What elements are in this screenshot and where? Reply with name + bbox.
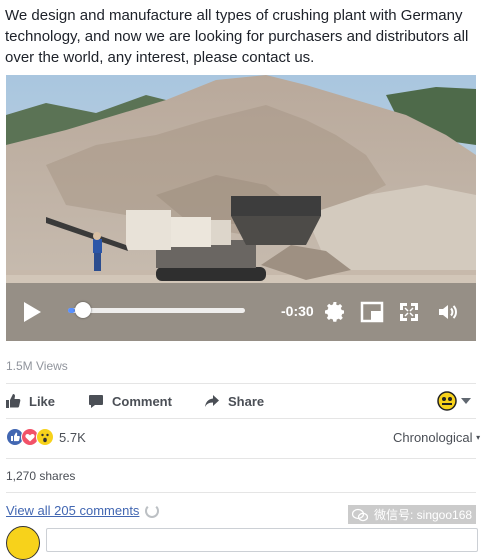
reaction-summary[interactable]: 5.7K	[6, 428, 86, 446]
share-button[interactable]: Share	[204, 388, 264, 414]
wow-icon	[36, 428, 54, 446]
share-label: Share	[228, 393, 265, 409]
video-scrubber[interactable]	[68, 302, 245, 318]
scrubber-handle[interactable]	[75, 302, 92, 318]
comment-label: Comment	[112, 393, 172, 409]
share-arrow-icon	[205, 395, 219, 407]
scrubber-progress	[68, 308, 76, 313]
divider	[6, 492, 476, 493]
comment-input[interactable]	[46, 528, 478, 552]
view-comments-label: View all 205 comments	[6, 503, 140, 518]
comment-composer	[6, 526, 478, 560]
comment-icon	[89, 395, 103, 408]
share-count[interactable]: 1,270 shares	[6, 469, 75, 483]
wechat-watermark: 微信号: singoo168	[348, 505, 477, 524]
settings-icon[interactable]	[323, 300, 347, 324]
watermark-text: 微信号: singoo168	[374, 508, 473, 522]
video-player[interactable]: -0:30	[6, 75, 476, 341]
time-remaining: -0:30	[281, 303, 314, 319]
comment-sort-label: Chronological	[393, 430, 473, 445]
comment-button[interactable]: Comment	[88, 388, 172, 414]
like-label: Like	[29, 393, 56, 409]
play-icon[interactable]	[22, 301, 42, 323]
view-count: 1.5M Views	[6, 359, 68, 373]
view-all-comments-link[interactable]: View all 205 comments	[6, 503, 160, 518]
comment-sort-dropdown[interactable]: Chronological ▾	[393, 430, 480, 445]
divider	[6, 383, 476, 384]
wechat-logo-icon	[352, 508, 368, 521]
caret-down-icon	[461, 398, 471, 404]
pip-icon[interactable]	[360, 300, 384, 324]
like-button[interactable]: Like	[5, 388, 55, 414]
scrubber-track	[68, 308, 245, 313]
video-controls: -0:30	[6, 283, 476, 341]
divider	[6, 458, 476, 459]
reaction-count: 5.7K	[59, 429, 86, 445]
fullscreen-icon[interactable]	[397, 300, 421, 324]
reaction-picker[interactable]	[437, 391, 471, 411]
caret-down-icon: ▾	[476, 433, 481, 442]
divider	[6, 418, 476, 419]
action-bar: Like Comment Share	[0, 388, 488, 414]
post-text: We design and manufacture all types of c…	[5, 7, 469, 66]
volume-icon[interactable]	[436, 300, 460, 324]
avatar	[6, 526, 40, 560]
thumbs-up-icon	[6, 394, 21, 408]
avatar-icon	[437, 391, 457, 411]
loading-spinner-icon	[145, 503, 160, 518]
